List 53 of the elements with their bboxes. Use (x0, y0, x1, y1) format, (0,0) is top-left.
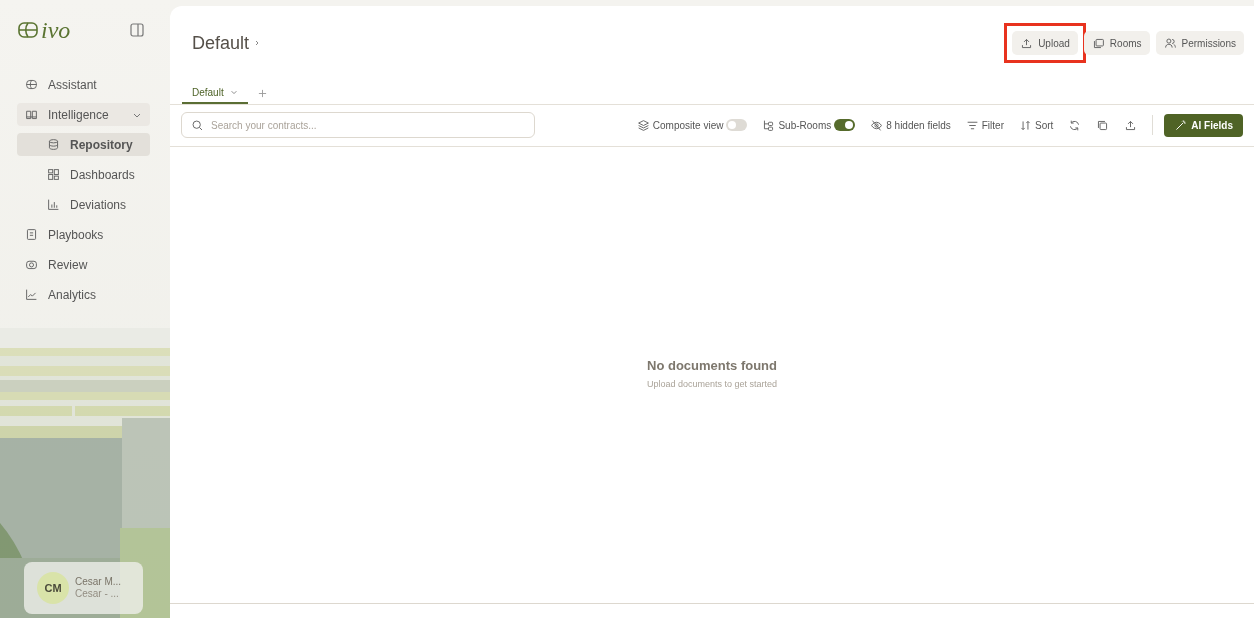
user-card[interactable]: CM Cesar M... Cesar - ... (24, 562, 143, 614)
wand-icon (1174, 118, 1188, 132)
toggle-switch[interactable] (834, 119, 856, 131)
page-title: Default (192, 32, 250, 54)
toolbar-button[interactable]: Filter (965, 118, 1004, 132)
search-icon (191, 119, 204, 132)
logo: ivo (18, 18, 71, 42)
nav-item[interactable]: Analytics (17, 283, 150, 306)
nav-item[interactable]: Intelligence (17, 103, 150, 126)
avatar: CM (37, 572, 69, 604)
user-name: Cesar M... (75, 576, 122, 588)
toggle-switch[interactable] (726, 119, 748, 131)
nav-item[interactable]: Repository (17, 133, 150, 156)
empty-state-title: No documents found (647, 357, 777, 373)
add-tab-icon[interactable] (257, 88, 267, 98)
bar-chart-icon (47, 198, 60, 211)
copy-icon[interactable] (1096, 118, 1110, 132)
logo-icon (18, 22, 38, 38)
nav-item[interactable]: Deviations (17, 193, 150, 216)
toolbar-button[interactable]: 8 hidden fields (870, 118, 951, 132)
document-icon (25, 228, 38, 241)
globe-icon (25, 78, 38, 91)
camera-icon (25, 258, 38, 271)
chevron-icon (229, 88, 238, 96)
nav-item[interactable]: Dashboards (17, 163, 150, 186)
toggle-label: Composite view (652, 119, 724, 131)
ai-fields-button[interactable]: AI Fields (1164, 113, 1243, 137)
line-chart-icon (25, 288, 38, 301)
nav-item[interactable]: Assistant (17, 73, 150, 96)
toggle-label: Sub-Rooms (778, 119, 832, 131)
nav-item[interactable]: Review (17, 253, 150, 276)
header-button[interactable]: Rooms (1083, 31, 1150, 55)
sidebar-toggle-icon[interactable] (130, 23, 144, 37)
grid-icon (47, 168, 60, 181)
book-icon (25, 108, 38, 121)
toolbar-button[interactable]: Sort (1018, 118, 1054, 132)
sort-icon (1018, 118, 1032, 132)
empty-state-subtitle: Upload documents to get started (646, 378, 778, 389)
upload-icon (1020, 36, 1034, 50)
upload-icon[interactable] (1124, 118, 1138, 132)
users-icon (1163, 36, 1177, 50)
refresh-icon[interactable] (1068, 118, 1082, 132)
search-field[interactable]: Search your contracts... (181, 112, 535, 138)
header-button[interactable]: Upload (1012, 31, 1078, 55)
database-icon (47, 138, 60, 151)
layers-icon (636, 118, 650, 132)
tree-icon (762, 118, 776, 132)
tab[interactable]: Default (182, 82, 248, 104)
folders-icon (1091, 36, 1105, 50)
nav-item[interactable]: Playbooks (17, 223, 150, 246)
user-subtitle: Cesar - ... (75, 588, 120, 600)
header-button[interactable]: Permissions (1155, 31, 1244, 55)
hidden-eye-icon (870, 118, 884, 132)
